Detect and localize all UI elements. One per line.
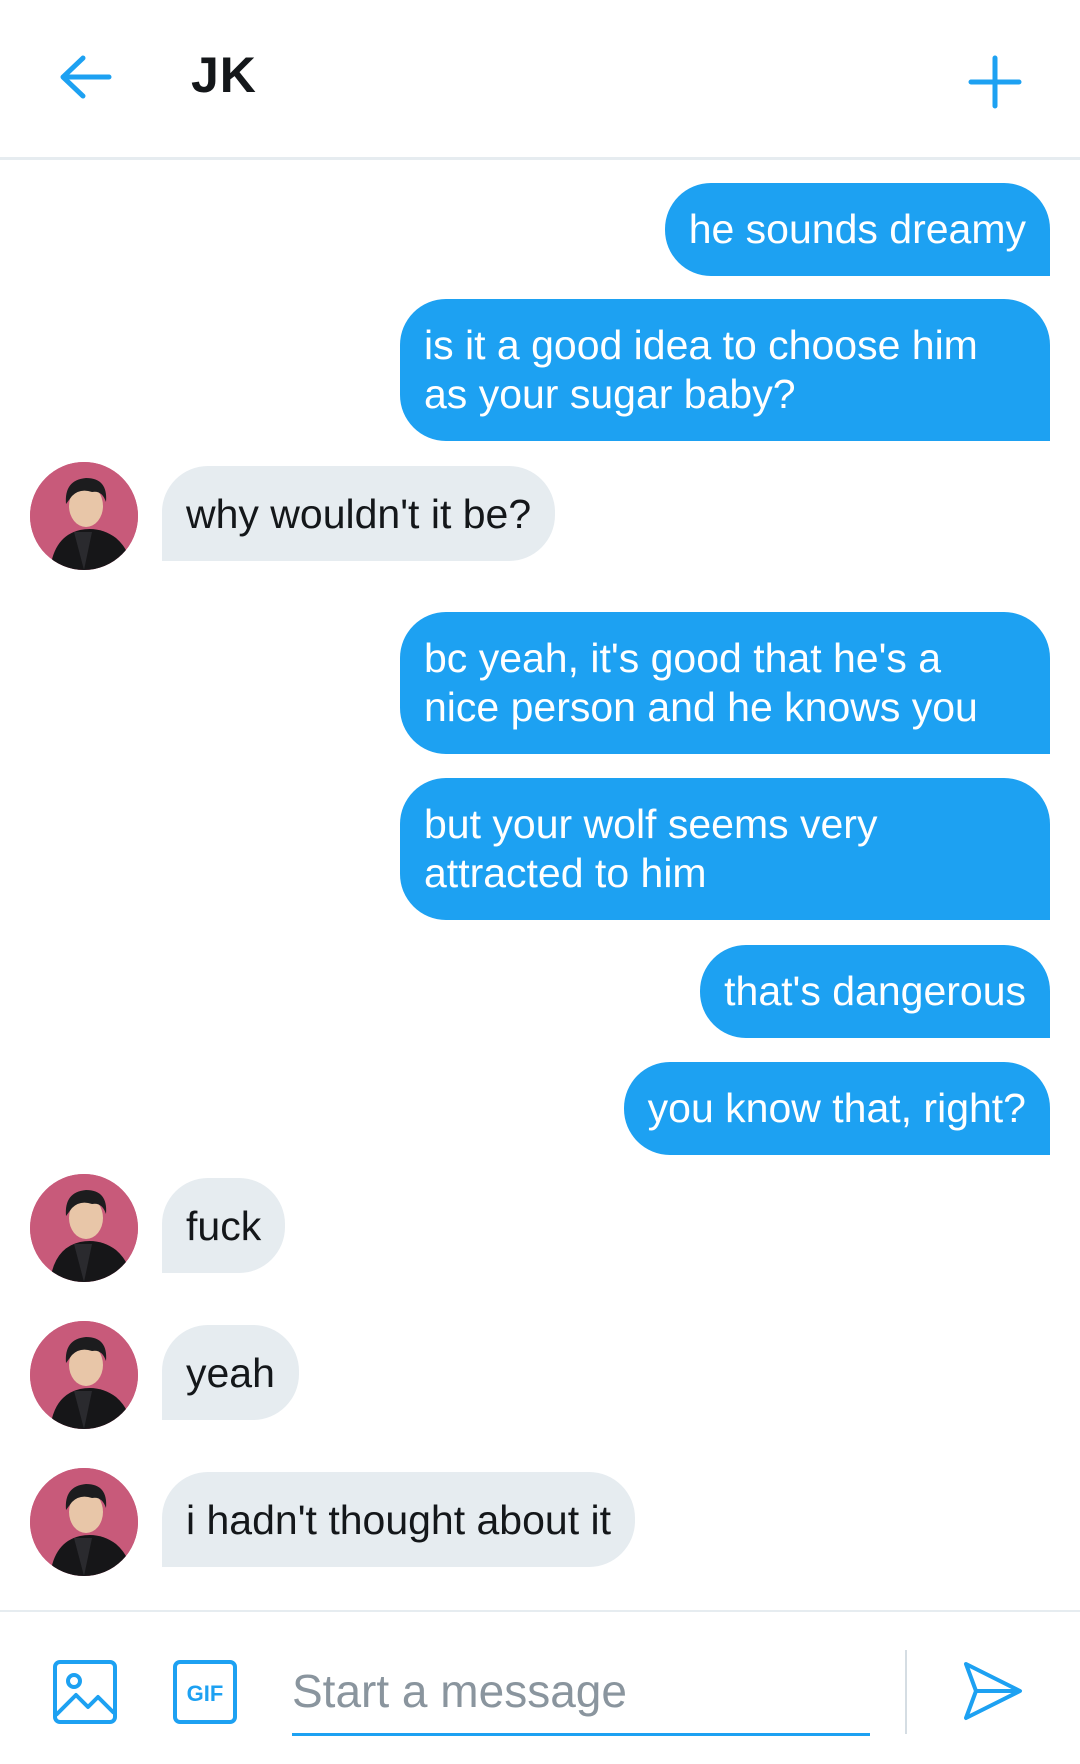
avatar-photo — [30, 462, 138, 570]
avatar[interactable] — [30, 1321, 138, 1429]
sent-message[interactable]: is it a good idea to choose him as your … — [400, 299, 1050, 441]
received-message[interactable]: why wouldn't it be? — [162, 466, 556, 561]
back-button[interactable] — [50, 42, 120, 112]
avatar-photo — [30, 1174, 138, 1282]
send-button[interactable] — [960, 1658, 1026, 1724]
arrow-left-icon — [60, 55, 112, 99]
avatar-photo — [30, 1468, 138, 1576]
image-icon — [53, 1660, 117, 1724]
dm-conversation-screen: JK he sounds dreamy is it a good idea to… — [0, 0, 1080, 1764]
sent-message[interactable]: you know that, right? — [623, 1062, 1050, 1155]
message-composer: GIF — [0, 1610, 1080, 1764]
gif-icon: GIF — [173, 1660, 237, 1724]
svg-text:GIF: GIF — [187, 1681, 224, 1706]
sent-message[interactable]: that's dangerous — [700, 945, 1050, 1038]
message-input[interactable] — [292, 1648, 870, 1736]
avatar[interactable] — [30, 462, 138, 570]
received-message[interactable]: fuck — [162, 1178, 286, 1273]
add-image-button[interactable] — [52, 1659, 118, 1725]
conversation-title: JK — [191, 47, 257, 103]
conversation-header: JK — [0, 0, 1080, 160]
composer-divider — [905, 1650, 907, 1734]
avatar[interactable] — [30, 1468, 138, 1576]
received-message[interactable]: yeah — [162, 1325, 299, 1420]
avatar[interactable] — [30, 1174, 138, 1282]
plus-icon — [968, 55, 1022, 109]
sent-message[interactable]: he sounds dreamy — [664, 183, 1050, 276]
sent-message[interactable]: bc yeah, it's good that he's a nice pers… — [400, 612, 1050, 754]
received-message[interactable]: i hadn't thought about it — [162, 1472, 635, 1567]
add-gif-button[interactable]: GIF — [172, 1659, 238, 1725]
add-button[interactable] — [955, 42, 1035, 122]
send-icon — [964, 1662, 1022, 1720]
avatar-photo — [30, 1321, 138, 1429]
sent-message[interactable]: but your wolf seems very attracted to hi… — [400, 778, 1050, 920]
